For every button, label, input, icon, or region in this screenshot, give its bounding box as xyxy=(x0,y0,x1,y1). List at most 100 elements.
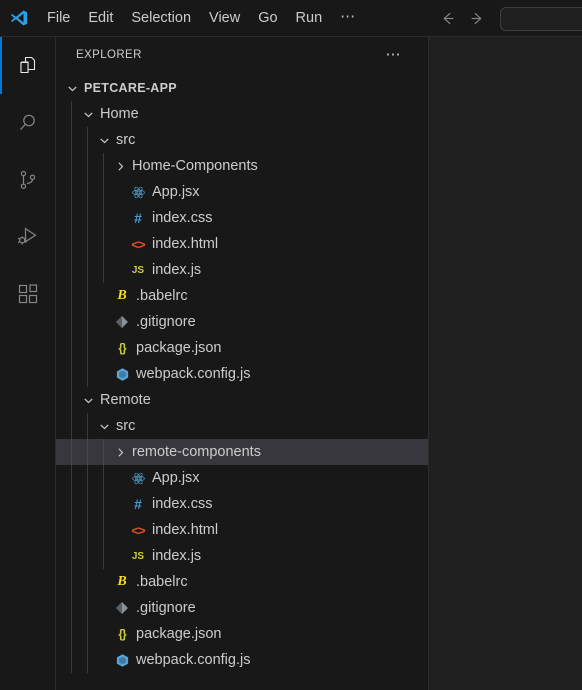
source-control-icon xyxy=(16,168,40,192)
tree-file-row[interactable]: B .babelrc xyxy=(56,283,428,309)
webpack-icon xyxy=(112,647,132,673)
title-bar-right xyxy=(432,0,582,37)
tree-indent-guide xyxy=(71,101,72,673)
tree-file-row[interactable]: {} package.json xyxy=(56,335,428,361)
activity-item-run-and-debug[interactable] xyxy=(0,208,56,265)
tree-item-label: Remote xyxy=(100,392,151,408)
explorer-header: EXPLORER ⋯ xyxy=(56,37,428,72)
activity-item-extensions[interactable] xyxy=(0,265,56,322)
tree-file-row[interactable]: App.jsx xyxy=(56,179,428,205)
tree-file-row[interactable]: webpack.config.js xyxy=(56,647,428,673)
git-icon xyxy=(112,309,132,335)
file-tree: PETCARE-APP Home src Home-Components App.js… xyxy=(56,72,428,673)
chevron-right-icon[interactable] xyxy=(112,153,128,179)
react-icon xyxy=(128,465,148,491)
react-icon xyxy=(128,179,148,205)
tree-indent-guide xyxy=(87,127,88,387)
tree-file-row[interactable]: webpack.config.js xyxy=(56,361,428,387)
menu-item-more[interactable]: ⋯ xyxy=(331,7,366,30)
tree-folder-row[interactable]: Home xyxy=(56,101,428,127)
tree-item-label: index.css xyxy=(152,496,213,512)
vscode-logo-icon xyxy=(0,0,38,37)
tree-indent-guide xyxy=(87,413,88,673)
title-bar: File Edit Selection View Go Run ⋯ xyxy=(0,0,582,37)
explorer-sidebar: EXPLORER ⋯ PETCARE-APP Home src Home-Compon… xyxy=(56,37,429,690)
menu-item-run[interactable]: Run xyxy=(287,5,332,31)
tree-item-label: .babelrc xyxy=(136,574,188,590)
files-icon xyxy=(16,54,40,78)
chevron-down-icon[interactable] xyxy=(80,387,96,413)
tree-folder-row[interactable]: Home-Components xyxy=(56,153,428,179)
tree-file-row[interactable]: # index.css xyxy=(56,491,428,517)
menu-item-selection[interactable]: Selection xyxy=(122,5,200,31)
tree-file-row[interactable]: # index.css xyxy=(56,205,428,231)
extensions-icon xyxy=(16,282,40,306)
tree-item-label: src xyxy=(116,132,136,148)
tree-folder-row[interactable]: src xyxy=(56,127,428,153)
tree-file-row[interactable]: JS index.js xyxy=(56,543,428,569)
json-icon: {} xyxy=(118,341,126,355)
tree-item-label: App.jsx xyxy=(152,470,200,486)
tree-item-label: remote-components xyxy=(132,444,261,460)
activity-bar xyxy=(0,37,56,690)
editor-area xyxy=(430,37,582,690)
chevron-down-icon[interactable] xyxy=(96,413,112,439)
tree-item-label: Home xyxy=(100,106,139,122)
menu-item-view[interactable]: View xyxy=(200,5,249,31)
babel-icon: B xyxy=(117,574,127,589)
menu-item-file[interactable]: File xyxy=(38,5,79,31)
activity-item-source-control[interactable] xyxy=(0,151,56,208)
chevron-down-icon[interactable] xyxy=(80,101,96,127)
vscode-window: File Edit Selection View Go Run ⋯ EXPLOR… xyxy=(0,0,582,690)
command-center-input[interactable] xyxy=(500,6,582,31)
tree-file-row[interactable]: .gitignore xyxy=(56,595,428,621)
tree-file-row[interactable]: B .babelrc xyxy=(56,569,428,595)
tree-file-row[interactable]: <> index.html xyxy=(56,231,428,257)
git-icon xyxy=(112,595,132,621)
menu-item-edit[interactable]: Edit xyxy=(79,5,122,31)
css-icon: # xyxy=(134,210,142,226)
chevron-down-icon[interactable] xyxy=(64,75,80,101)
tree-folder-row[interactable]: Remote xyxy=(56,387,428,413)
js-icon: JS xyxy=(131,264,145,276)
html-icon: <> xyxy=(131,522,145,538)
html-icon: <> xyxy=(131,236,145,252)
tree-item-label: index.js xyxy=(152,262,202,278)
tree-file-row[interactable]: .gitignore xyxy=(56,309,428,335)
tree-folder-row[interactable]: PETCARE-APP xyxy=(56,75,428,101)
activity-item-search[interactable] xyxy=(0,94,56,151)
tree-folder-row[interactable]: remote-components xyxy=(56,439,428,465)
tree-item-label: index.js xyxy=(152,548,202,564)
tree-item-label: index.html xyxy=(152,522,219,538)
webpack-icon xyxy=(112,361,132,387)
run-debug-icon xyxy=(16,225,40,249)
tree-item-label: Home-Components xyxy=(132,158,258,174)
tree-folder-row[interactable]: src xyxy=(56,413,428,439)
tree-file-row[interactable]: {} package.json xyxy=(56,621,428,647)
tree-item-label: package.json xyxy=(136,626,222,642)
tree-file-row[interactable]: JS index.js xyxy=(56,257,428,283)
tree-item-label: index.css xyxy=(152,210,213,226)
tree-item-label: package.json xyxy=(136,340,222,356)
tree-file-row[interactable]: <> index.html xyxy=(56,517,428,543)
chevron-down-icon[interactable] xyxy=(96,127,112,153)
tree-item-label: webpack.config.js xyxy=(136,652,251,668)
js-icon: JS xyxy=(131,550,145,562)
menu-item-go[interactable]: Go xyxy=(249,5,286,31)
activity-item-explorer[interactable] xyxy=(0,37,56,94)
search-icon xyxy=(16,111,40,135)
babel-icon: B xyxy=(117,288,127,303)
tree-item-label: .gitignore xyxy=(136,600,196,616)
tree-file-row[interactable]: App.jsx xyxy=(56,465,428,491)
tree-item-label: .babelrc xyxy=(136,288,188,304)
arrow-left-icon[interactable] xyxy=(432,0,462,37)
explorer-more-actions-icon[interactable]: ⋯ xyxy=(386,47,421,62)
tree-item-label: webpack.config.js xyxy=(136,366,251,382)
tree-item-label: src xyxy=(116,418,136,434)
arrow-right-icon[interactable] xyxy=(462,0,492,37)
tree-item-label: .gitignore xyxy=(136,314,196,330)
tree-item-label: App.jsx xyxy=(152,184,200,200)
chevron-right-icon[interactable] xyxy=(112,439,128,465)
tree-item-label: index.html xyxy=(152,236,219,252)
tree-item-label: PETCARE-APP xyxy=(84,81,177,95)
